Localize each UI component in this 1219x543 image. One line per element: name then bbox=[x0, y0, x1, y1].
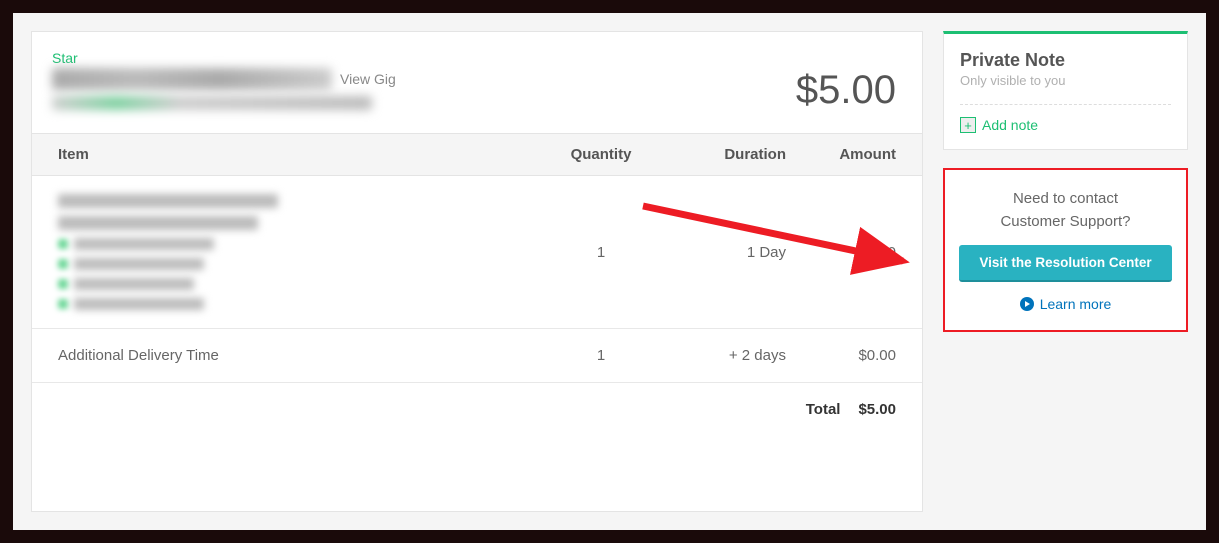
learn-more-label: Learn more bbox=[1040, 296, 1112, 312]
total-row: Total $5.00 bbox=[32, 383, 922, 418]
learn-more-link[interactable]: Learn more bbox=[1020, 296, 1112, 312]
header-duration: Duration bbox=[656, 146, 786, 163]
sidebar: Private Note Only visible to you + Add n… bbox=[943, 31, 1188, 512]
cell-duration: + 2 days bbox=[656, 347, 786, 364]
star-link[interactable]: Star bbox=[52, 50, 78, 66]
item-title-blurred bbox=[58, 216, 258, 230]
feature-blurred bbox=[74, 278, 194, 290]
table-header: Item Quantity Duration Amount bbox=[32, 133, 922, 176]
total-label: Total bbox=[806, 401, 841, 418]
divider bbox=[960, 104, 1171, 105]
customer-support-panel: Need to contact Customer Support? Visit … bbox=[943, 168, 1188, 332]
add-note-label: Add note bbox=[982, 117, 1038, 133]
total-amount: $5.00 bbox=[858, 401, 896, 418]
order-details-panel: Star View Gig $5.00 Item Quantity Durati… bbox=[31, 31, 923, 512]
header-amount: Amount bbox=[786, 146, 896, 163]
add-note-button[interactable]: + Add note bbox=[960, 117, 1171, 133]
order-meta-blurred bbox=[52, 96, 372, 110]
item-title-blurred bbox=[58, 194, 278, 208]
cell-duration: 1 Day bbox=[656, 244, 786, 261]
order-number-blurred bbox=[52, 68, 332, 90]
feature-blurred bbox=[74, 298, 204, 310]
cell-item: Additional Delivery Time bbox=[58, 347, 546, 364]
cell-amount: $5.00 bbox=[786, 244, 896, 261]
cell-amount: $0.00 bbox=[786, 347, 896, 364]
feature-blurred bbox=[74, 238, 214, 250]
feature-blurred bbox=[74, 258, 204, 270]
order-total-price: $5.00 bbox=[796, 68, 896, 113]
note-title: Private Note bbox=[960, 50, 1171, 71]
note-subtitle: Only visible to you bbox=[960, 73, 1171, 88]
cell-quantity: 1 bbox=[546, 347, 656, 364]
plus-icon: + bbox=[960, 117, 976, 133]
cell-quantity: 1 bbox=[546, 244, 656, 261]
play-icon bbox=[1020, 297, 1034, 311]
header-quantity: Quantity bbox=[546, 146, 656, 163]
resolution-center-button[interactable]: Visit the Resolution Center bbox=[959, 245, 1172, 282]
table-row: Additional Delivery Time 1 + 2 days $0.0… bbox=[32, 329, 922, 383]
support-text: Need to contact Customer Support? bbox=[959, 188, 1172, 233]
view-gig-link[interactable]: View Gig bbox=[340, 71, 396, 87]
order-header: View Gig $5.00 bbox=[32, 68, 922, 133]
table-row: 1 1 Day $5.00 bbox=[32, 176, 922, 329]
private-note-panel: Private Note Only visible to you + Add n… bbox=[943, 31, 1188, 150]
header-item: Item bbox=[58, 146, 546, 163]
